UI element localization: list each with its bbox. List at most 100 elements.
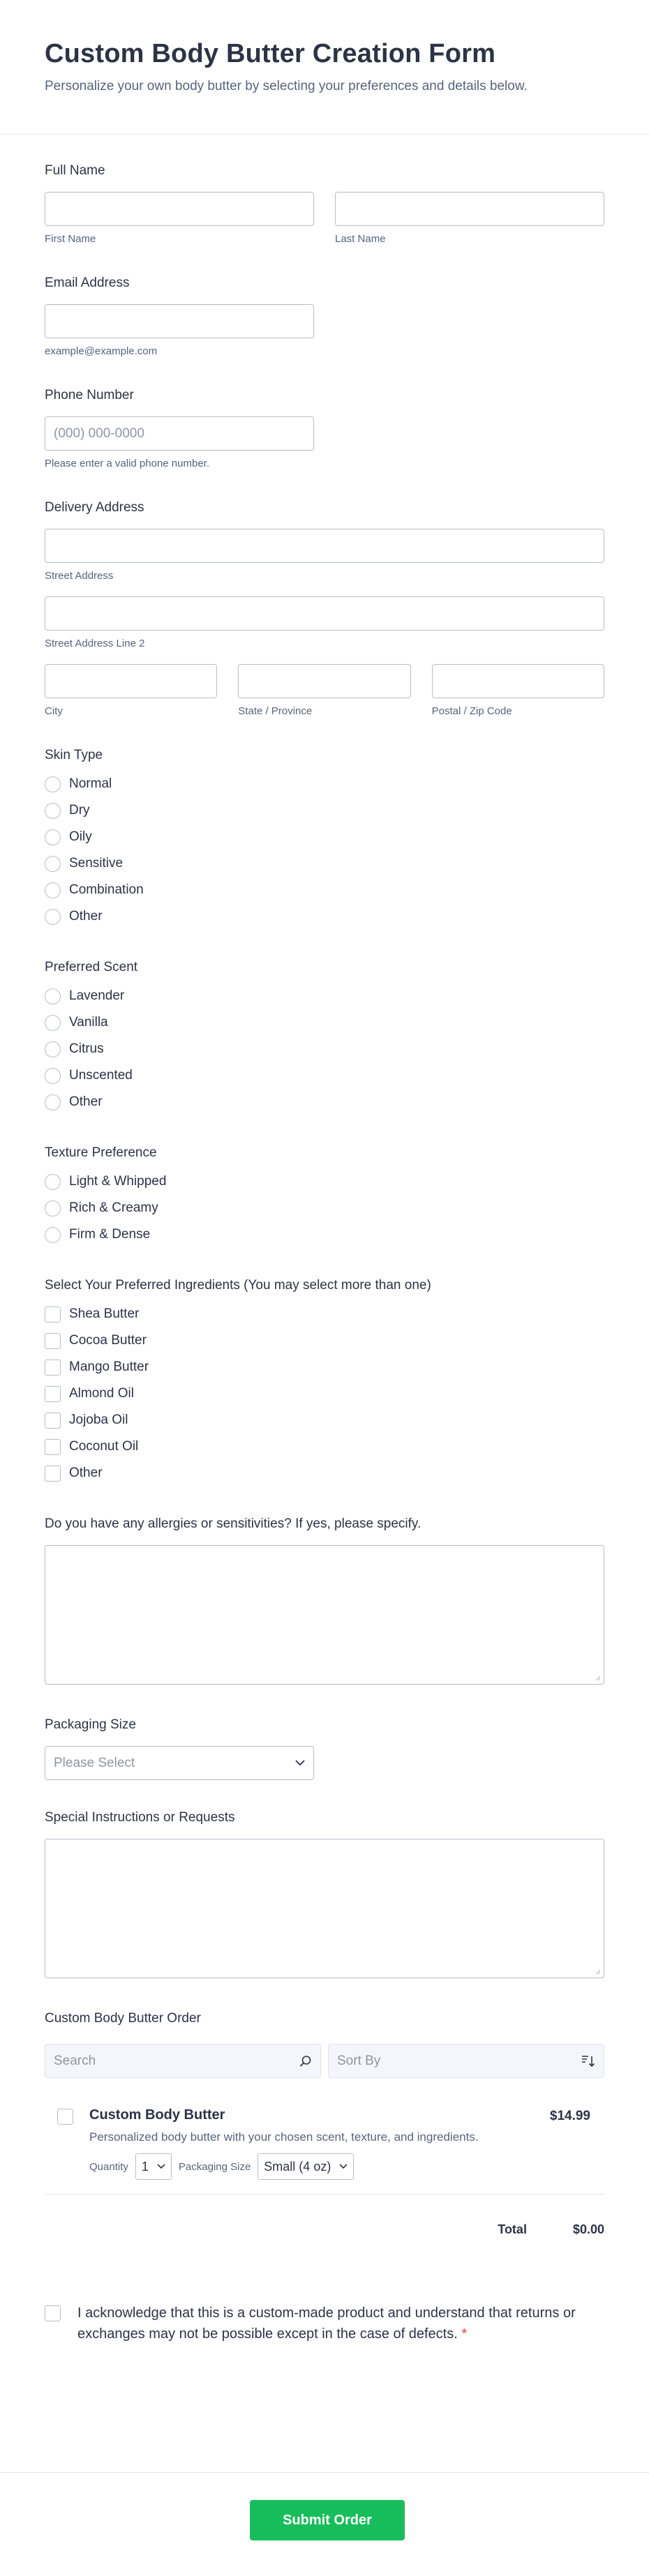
ingredient-option[interactable]: Cocoa Butter <box>45 1327 604 1354</box>
acknowledge-checkbox[interactable] <box>45 2305 61 2321</box>
state-sublabel: State / Province <box>238 705 313 717</box>
form-subtitle: Personalize your own body butter by sele… <box>45 79 528 93</box>
last-name-input[interactable] <box>335 192 604 226</box>
zip-input[interactable] <box>431 664 604 698</box>
ingredient-option[interactable]: Coconut Oil <box>45 1433 604 1460</box>
product-item: $14.99 Custom Body Butter Personalized b… <box>45 2095 604 2194</box>
radio-button[interactable] <box>45 908 61 925</box>
search-icon[interactable] <box>299 2055 312 2067</box>
product-toolbar: Search Sort By <box>45 2044 604 2078</box>
full-name-question: Full Name First Name Last Name <box>45 163 604 246</box>
total-label: Total <box>498 2222 527 2236</box>
product-price: $14.99 <box>549 2109 590 2123</box>
skin-type-question: Skin Type Normal Dry Oily Sensitive Comb… <box>45 747 604 930</box>
allergies-textarea[interactable] <box>45 1545 604 1685</box>
acknowledge-text: I acknowledge that this is a custom-made… <box>77 2305 576 2342</box>
packaging-select[interactable]: Please Select <box>45 1746 314 1780</box>
product-name: Custom Body Butter <box>89 2107 225 2123</box>
radio-button[interactable] <box>45 1014 61 1031</box>
radio-button[interactable] <box>45 1173 61 1190</box>
ingredient-option[interactable]: Jojoba Oil <box>45 1407 604 1433</box>
order-total: Total $0.00 <box>45 2222 604 2237</box>
sort-by-select[interactable]: Sort By <box>328 2044 604 2078</box>
last-name-sublabel: Last Name <box>335 233 386 245</box>
radio-button[interactable] <box>45 1226 61 1243</box>
ingredient-option[interactable]: Mango Butter <box>45 1354 604 1380</box>
texture-option[interactable]: Firm & Dense <box>45 1221 604 1248</box>
size-label: Packaging Size <box>178 2160 251 2173</box>
radio-button[interactable] <box>45 882 61 898</box>
skin-type-option[interactable]: Other <box>45 903 604 930</box>
texture-question: Texture Preference Light & Whipped Rich … <box>45 1145 604 1248</box>
sort-icon[interactable] <box>581 2055 595 2067</box>
checkbox[interactable] <box>45 1438 61 1455</box>
checkbox[interactable] <box>45 1465 61 1482</box>
texture-option[interactable]: Light & Whipped <box>45 1168 604 1195</box>
radio-button[interactable] <box>45 776 61 792</box>
first-name-sublabel: First Name <box>45 233 96 245</box>
skin-type-option[interactable]: Combination <box>45 877 604 903</box>
form-body: Full Name First Name Last Name Email Add… <box>0 163 649 2344</box>
submit-button[interactable]: Submit Order <box>250 2500 405 2540</box>
city-sublabel: City <box>45 705 63 717</box>
texture-option[interactable]: Rich & Creamy <box>45 1195 604 1221</box>
ingredient-option[interactable]: Almond Oil <box>45 1380 604 1407</box>
city-input[interactable] <box>45 664 218 698</box>
resize-grip-icon[interactable] <box>594 1674 601 1681</box>
packaging-question: Packaging Size Please Select <box>45 1717 604 1780</box>
checkbox[interactable] <box>45 1332 61 1349</box>
scent-option[interactable]: Unscented <box>45 1062 604 1089</box>
checkbox[interactable] <box>45 1306 61 1323</box>
texture-label: Texture Preference <box>45 1145 157 1160</box>
state-input[interactable] <box>238 664 411 698</box>
radio-button[interactable] <box>45 1094 61 1110</box>
product-description: Personalized body butter with your chose… <box>89 2130 479 2144</box>
skin-type-option[interactable]: Sensitive <box>45 850 604 877</box>
form-title: Custom Body Butter Creation Form <box>45 39 496 68</box>
street-address-input[interactable] <box>45 529 604 563</box>
product-checkbox[interactable] <box>57 2109 73 2125</box>
phone-input[interactable]: (000) 000-0000 <box>45 416 314 451</box>
radio-button[interactable] <box>45 1067 61 1084</box>
checkbox[interactable] <box>45 1359 61 1376</box>
full-name-label: Full Name <box>45 163 105 178</box>
packaging-label: Packaging Size <box>45 1717 136 1732</box>
required-mark: * <box>461 2326 468 2342</box>
address-label: Delivery Address <box>45 500 144 515</box>
order-label: Custom Body Butter Order <box>45 2011 201 2026</box>
skin-type-option[interactable]: Oily <box>45 824 604 850</box>
checkbox[interactable] <box>45 1385 61 1402</box>
quantity-label: Quantity <box>89 2160 128 2173</box>
quantity-select[interactable]: 1 <box>135 2153 172 2180</box>
street-address-2-input[interactable] <box>45 596 604 631</box>
scent-option[interactable]: Lavender <box>45 983 604 1009</box>
chevron-down-icon <box>295 1760 305 1766</box>
size-select[interactable]: Small (4 oz) <box>258 2153 355 2180</box>
checkbox[interactable] <box>45 1412 61 1429</box>
phone-question: Phone Number (000) 000-0000 Please enter… <box>45 387 604 470</box>
resize-grip-icon[interactable] <box>594 1968 601 1975</box>
radio-button[interactable] <box>45 1041 61 1057</box>
email-sublabel: example@example.com <box>45 345 158 357</box>
instructions-textarea[interactable] <box>45 1839 604 1978</box>
address-question: Delivery Address Street Address Street A… <box>45 499 604 718</box>
ingredient-option[interactable]: Other <box>45 1460 604 1486</box>
first-name-input[interactable] <box>45 192 314 226</box>
ingredients-question: Select Your Preferred Ingredients (You m… <box>45 1277 604 1486</box>
street-address-2-sublabel: Street Address Line 2 <box>45 638 145 649</box>
ingredient-option[interactable]: Shea Butter <box>45 1301 604 1327</box>
skin-type-label: Skin Type <box>45 748 103 762</box>
form-footer: Submit Order <box>0 2472 649 2576</box>
radio-button[interactable] <box>45 829 61 845</box>
radio-button[interactable] <box>45 802 61 819</box>
scent-option[interactable]: Vanilla <box>45 1009 604 1036</box>
skin-type-option[interactable]: Normal <box>45 771 604 797</box>
scent-option[interactable]: Other <box>45 1089 604 1115</box>
radio-button[interactable] <box>45 988 61 1004</box>
email-input[interactable] <box>45 304 314 338</box>
radio-button[interactable] <box>45 855 61 872</box>
product-search-input[interactable]: Search <box>45 2044 321 2078</box>
skin-type-option[interactable]: Dry <box>45 797 604 824</box>
scent-option[interactable]: Citrus <box>45 1036 604 1062</box>
radio-button[interactable] <box>45 1200 61 1217</box>
